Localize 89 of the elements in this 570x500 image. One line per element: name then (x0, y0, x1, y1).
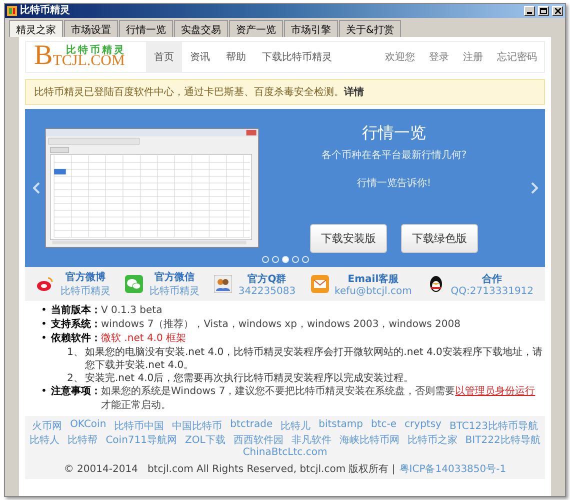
info-value: 微软 .net 4.0 框架 (101, 332, 188, 346)
tab[interactable]: 关于&打赏 (339, 20, 401, 37)
partner-link[interactable]: 比特帮 (68, 433, 98, 447)
carousel-dot[interactable] (302, 256, 308, 263)
install-step: 如果您的电脑没有安装.net 4.0，比特币精灵安装程序会打开微软网站的.net 4.0安装程序下载地址，请您下载并安装.net 4.0。 (85, 346, 545, 372)
carousel-dot[interactable] (262, 256, 268, 263)
app-icon (7, 6, 17, 16)
tab[interactable]: 市场设置 (64, 20, 118, 37)
bullet: • (41, 332, 48, 346)
tab[interactable]: 行情一览 (119, 20, 173, 37)
close-icon (554, 8, 560, 14)
icp-link[interactable]: 粤ICP备14033850号-1 (399, 462, 506, 476)
partner-link[interactable]: 西西软件园 (233, 433, 284, 447)
carousel-dot[interactable] (292, 256, 298, 263)
partner-link[interactable]: 火币网 (32, 419, 62, 433)
partner-link[interactable]: 比特币中国 (114, 419, 164, 433)
info-value: V 0.1.3 beta (101, 304, 164, 318)
install-step: 安装完.net 4.0后，您需要再次执行比特币精灵安装程序以完成安装过程。 (85, 372, 545, 385)
bullet: • (41, 318, 48, 332)
user-link[interactable]: 登录 (422, 42, 456, 72)
partner-link[interactable]: 比特人 (30, 433, 60, 447)
nav-link[interactable]: 首页 (146, 42, 182, 72)
weibo-icon (36, 275, 54, 293)
tab[interactable]: 精灵之家 (9, 20, 63, 37)
contact-title: 官方微博 (65, 270, 106, 284)
partner-link[interactable]: 海峡比特币网 (339, 433, 400, 447)
chat-bubbles-icon (125, 275, 144, 293)
info-label: 支持系统： (51, 318, 101, 332)
nav-link[interactable]: 下载比特币精灵 (254, 42, 340, 72)
info-value: 如果您的系统是Windows 7，建议您不要把比特币精灵安装在系统盘，否则需要以管理员身份运行 才能正常启动。 (101, 385, 536, 413)
slide-text: 行情一览告诉你! (356, 176, 431, 190)
user-link[interactable]: 忘记密码 (490, 42, 544, 72)
maximize-button[interactable] (538, 6, 549, 16)
close-button[interactable] (552, 6, 563, 16)
contact-value[interactable]: 比特币精灵 (60, 284, 110, 298)
partner-link[interactable]: OKCoin (70, 419, 106, 433)
contact-value[interactable]: kefu@btcjl.com (334, 286, 412, 296)
partner-link[interactable]: bitstamp (318, 419, 364, 433)
nav-link[interactable]: 帮助 (218, 42, 254, 72)
partner-link[interactable]: Coin711导航网 (106, 433, 177, 447)
nav-link[interactable]: 资讯 (182, 42, 218, 72)
carousel-dot[interactable] (272, 256, 278, 263)
info-value: windows 7（推荐），Vista，windows xp，windows 2003，windows 2008 (101, 318, 462, 332)
chevron-left-icon[interactable] (32, 182, 40, 194)
slide-subtitle: 各个币种在各平台最新行情几何? (321, 148, 467, 162)
maximize-icon (540, 8, 547, 14)
contact-title: 官方微信 (154, 270, 194, 284)
partner-link[interactable]: ZOL下载 (185, 433, 226, 447)
partner-link[interactable]: btc-e (371, 419, 397, 433)
contact-value[interactable]: QQ:2713331912 (450, 286, 534, 296)
step-number: 1、 (67, 346, 84, 360)
bullet: • (41, 304, 48, 318)
partner-link[interactable]: cryptsy (404, 419, 442, 433)
copyright-text: © 20014-2014 btcjl.com All Rights Reserved, btcjl.com 版权所有 | (64, 462, 396, 476)
tab[interactable]: 实盘交易 (174, 20, 228, 37)
contact-value[interactable]: 比特币精灵 (149, 284, 200, 298)
details-link[interactable]: 详情 (344, 87, 364, 98)
envelope-icon (310, 275, 329, 293)
notice-text: 比特币精灵已登陆百度软件中心，通过卡巴斯基、百度杀毒安全检测。 (34, 87, 344, 98)
tab[interactable]: 资产一览 (229, 20, 283, 37)
minimize-button[interactable] (524, 6, 535, 16)
partner-link[interactable]: btctrade (230, 419, 273, 433)
info-label: 依赖软件： (51, 332, 101, 346)
info-label: 当前版本： (51, 304, 101, 318)
run-as-admin-link[interactable]: 以管理员身份运行 (455, 386, 536, 397)
window-title: 比特币精灵 (20, 5, 71, 17)
info-label: 注意事项： (51, 385, 101, 399)
bullet: • (41, 385, 48, 399)
partner-link[interactable]: ChinaBtcLtc.com (242, 447, 328, 458)
partner-link[interactable]: 比特币之家 (407, 433, 458, 447)
download-button[interactable]: 下载安装版 (310, 224, 387, 252)
partner-link[interactable]: BIT222比特导航 (465, 433, 540, 447)
contact-title: 官方Q群 (248, 272, 286, 286)
partner-link[interactable]: 中国比特币 (172, 419, 222, 433)
people-icon (214, 275, 232, 293)
user-link[interactable]: 注册 (456, 42, 490, 72)
contact-title: Email客服 (348, 272, 399, 286)
contact-title: 合作 (482, 272, 502, 286)
step-number: 2、 (67, 372, 84, 385)
partner-link[interactable]: 非凡软件 (291, 433, 332, 447)
download-button[interactable]: 下载绿色版 (401, 224, 478, 252)
partner-link[interactable]: 比特儿 (280, 419, 311, 433)
contact-value[interactable]: 342235083 (238, 286, 296, 296)
partner-link[interactable]: BTC123比特币导航 (449, 419, 538, 433)
slide-title: 行情一览 (362, 122, 426, 144)
carousel-dot[interactable] (282, 256, 288, 263)
chevron-right-icon[interactable] (530, 182, 538, 194)
user-link[interactable]: 欢迎您 (378, 42, 422, 72)
tab[interactable]: 市场引擎 (284, 20, 338, 37)
